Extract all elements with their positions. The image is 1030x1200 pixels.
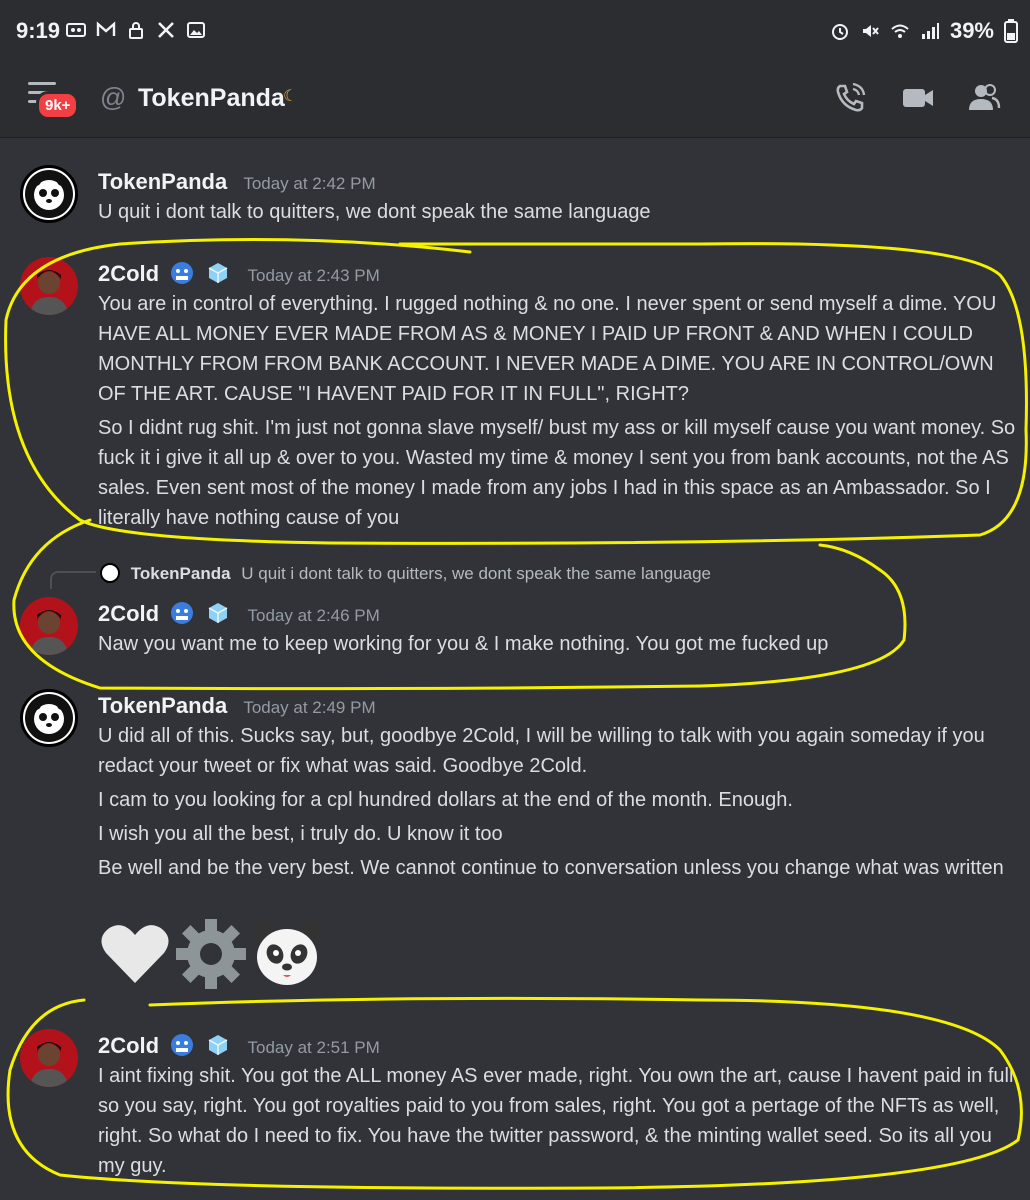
gmail-icon [96,21,116,36]
message-author[interactable]: 2Cold Today at 2:43 PM [98,261,380,287]
message-author[interactable]: 2Cold Today at 2:51 PM [98,1033,380,1059]
message-text: So I didnt rug shit. I'm just not gonna … [98,417,1016,529]
character-avatar-icon [20,1029,78,1087]
dm-at-icon: @ [100,82,127,112]
emoji-row [98,917,324,991]
mute-icon [862,25,879,37]
reply-author: TokenPanda [130,564,231,583]
author-name[interactable]: 2Cold [98,601,159,626]
message-text: U quit i dont talk to quitters, we dont … [98,201,651,223]
x-icon [158,22,174,38]
message-text: I wish you all the best, i truly do. U k… [98,823,503,845]
white-heart-icon [101,925,169,983]
ice-cube-icon [209,1035,228,1055]
system-icons: 39% [830,18,1018,44]
signal-icon [921,23,939,39]
ice-cube-icon [209,263,228,283]
message-text: Be well and be the very best. We cannot … [98,857,1004,879]
channel-header: 9k+ @ TokenPanda ☾ [0,62,1030,138]
idle-status-icon: ☾ [283,88,298,105]
voicemail-icon [66,23,86,37]
cold-face-icon [171,1034,194,1056]
panda-avatar-icon [25,694,73,742]
lock-icon [129,22,143,39]
menu-line [28,82,56,85]
cold-face-icon [171,602,194,624]
avatar[interactable] [20,689,78,747]
message-timestamp: Today at 2:43 PM [247,266,380,285]
wifi-icon [891,24,909,38]
author-name[interactable]: TokenPanda [98,169,227,194]
avatar[interactable] [20,257,78,315]
author-name[interactable]: 2Cold [98,261,159,286]
avatar[interactable] [20,165,78,223]
character-avatar-icon [20,257,78,315]
panda-face-icon [253,920,321,985]
message-timestamp: Today at 2:42 PM [243,174,376,193]
voice-call-button[interactable] [832,80,868,116]
message-text: Naw you want me to keep working for you … [98,633,829,655]
message-author[interactable]: TokenPanda Today at 2:49 PM [98,693,376,719]
channel-title[interactable]: TokenPanda [138,84,285,113]
message-text: I aint fixing shit. You got the ALL mone… [98,1065,1014,1177]
message-author[interactable]: 2Cold Today at 2:46 PM [98,601,380,627]
avatar[interactable] [20,597,78,655]
message-timestamp: Today at 2:51 PM [247,1038,380,1057]
message-author[interactable]: TokenPanda Today at 2:42 PM [98,169,376,195]
alarm-icon [831,24,848,40]
message-list: TokenPanda Today at 2:42 PM U quit i don… [0,139,1030,1200]
message-text: You are in control of everything. I rugg… [98,293,997,405]
reply-connector [50,571,96,589]
message-text: U did all of this. Sucks say, but, goodb… [98,725,985,777]
gear-icon [176,919,246,989]
notification-icons [66,20,206,40]
status-bar: 9:19 39% [0,0,1030,62]
reply-text: U quit i dont talk to quitters, we dont … [241,564,711,583]
author-name[interactable]: TokenPanda [98,693,227,718]
reply-avatar [100,563,120,583]
video-call-button[interactable] [900,80,936,116]
battery-level: 39% [949,18,994,43]
ice-cube-icon [209,603,228,623]
members-button[interactable] [966,80,1002,116]
battery-icon [1004,19,1018,43]
gallery-icon [187,22,205,38]
character-avatar-icon [20,597,78,655]
avatar[interactable] [20,1029,78,1087]
status-time: 9:19 [16,18,61,43]
unread-badge: 9k+ [36,91,80,120]
message-timestamp: Today at 2:49 PM [243,698,376,717]
message-timestamp: Today at 2:46 PM [247,606,380,625]
panda-avatar-icon [25,170,73,218]
cold-face-icon [171,262,194,284]
reply-preview[interactable]: TokenPanda U quit i dont talk to quitter… [100,563,711,584]
author-name[interactable]: 2Cold [98,1033,159,1058]
message-text: I cam to you looking for a cpl hundred d… [98,789,793,811]
